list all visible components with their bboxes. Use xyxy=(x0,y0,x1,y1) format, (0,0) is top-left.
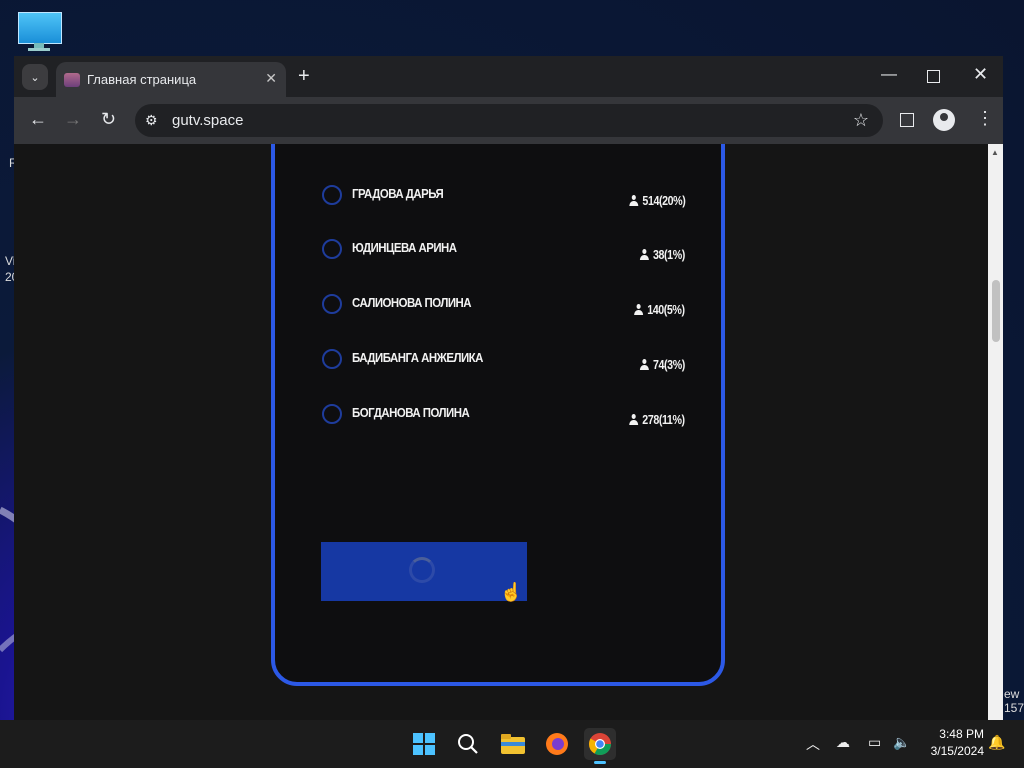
url-text[interactable]: gutv.space xyxy=(172,112,243,129)
radio-button[interactable] xyxy=(322,185,342,205)
edge-text-right-2: 157 xyxy=(1004,701,1024,715)
candidate-name: БАДИБАНГА АНЖЕЛИКА xyxy=(352,350,483,365)
candidate-row[interactable]: БОГДАНОВА ПОЛИНА 278(11%) xyxy=(322,404,692,432)
tab-strip: ⌄ Главная страница ✕ + — ✕ xyxy=(14,56,1003,97)
active-app-indicator xyxy=(594,761,606,764)
candidate-row[interactable]: ГРАДОВА ДАРЬЯ 514(20%) xyxy=(322,185,692,213)
tab-active[interactable]: Главная страница ✕ xyxy=(56,62,286,97)
candidate-votes: 38(1%) xyxy=(639,247,685,262)
user-icon xyxy=(629,414,639,425)
site-info-icon[interactable]: ⚙ xyxy=(145,112,158,129)
candidate-votes: 514(20%) xyxy=(628,193,685,208)
browser-toolbar: ← → ↻ ⚙ gutv.space ☆ ⋮ xyxy=(14,97,1003,144)
vote-count: 38(1%) xyxy=(653,247,685,262)
user-icon xyxy=(639,249,649,260)
search-button[interactable] xyxy=(452,728,484,760)
radio-button[interactable] xyxy=(322,239,342,259)
start-button[interactable] xyxy=(408,728,440,760)
user-icon xyxy=(639,359,649,370)
close-window-icon[interactable]: ✕ xyxy=(973,64,988,85)
candidate-row[interactable]: ЮДИНЦЕВА АРИНА 38(1%) xyxy=(322,239,692,267)
tab-title: Главная страница xyxy=(87,72,197,87)
user-icon xyxy=(634,304,644,315)
address-bar[interactable]: ⚙ gutv.space ☆ xyxy=(135,104,883,137)
vote-submit-button[interactable] xyxy=(321,542,527,601)
candidate-name: ЮДИНЦЕВА АРИНА xyxy=(352,240,457,255)
vote-count: 74(3%) xyxy=(653,357,685,372)
forward-arrow-icon[interactable]: → xyxy=(64,109,82,129)
candidate-votes: 74(3%) xyxy=(639,357,685,372)
vote-count: 514(20%) xyxy=(642,193,685,208)
vote-count: 278(11%) xyxy=(642,412,686,427)
candidate-row[interactable]: БАДИБАНГА АНЖЕЛИКА 74(3%) xyxy=(322,349,692,377)
site-favicon-icon xyxy=(64,73,80,87)
candidate-name: ГРАДОВА ДАРЬЯ xyxy=(352,186,444,201)
firefox-icon xyxy=(546,733,568,755)
taskbar: ︿ ☁ ▭ 🔈 3:48 PM 3/15/2024 🔔 xyxy=(0,720,1024,768)
tab-search-button[interactable]: ⌄ xyxy=(22,64,48,90)
hand-cursor-icon: ☝ xyxy=(500,582,523,602)
tab-close-icon[interactable]: ✕ xyxy=(265,70,277,87)
candidate-row[interactable]: САЛИОНОВА ПОЛИНА 140(5%) xyxy=(322,294,692,322)
user-icon xyxy=(628,195,638,206)
more-menu-icon[interactable]: ⋮ xyxy=(976,108,994,129)
minimize-icon[interactable]: — xyxy=(881,66,897,84)
search-icon xyxy=(458,734,478,754)
poll-card: ГРАДОВА ДАРЬЯ 514(20%) ЮДИНЦЕВА АРИНА 38… xyxy=(271,144,725,686)
file-explorer-button[interactable] xyxy=(497,728,529,760)
back-arrow-icon[interactable]: ← xyxy=(29,109,47,129)
radio-button[interactable] xyxy=(322,294,342,314)
loading-spinner-icon xyxy=(409,557,435,583)
windows-logo-icon xyxy=(413,733,435,755)
reload-icon[interactable]: ↻ xyxy=(101,109,116,129)
folder-icon xyxy=(501,734,525,754)
this-pc-desktop-icon[interactable] xyxy=(16,10,62,51)
radio-button[interactable] xyxy=(322,349,342,369)
edge-text-right-1: ew xyxy=(1004,687,1020,701)
firefox-button[interactable] xyxy=(541,728,573,760)
scroll-up-arrow-icon[interactable]: ▲ xyxy=(991,148,999,157)
system-clock[interactable]: 3:48 PM 3/15/2024 xyxy=(920,726,984,760)
browser-window: ⌄ Главная страница ✕ + — ✕ ← → ↻ ⚙ gutv.… xyxy=(14,56,1003,720)
candidate-votes: 278(11%) xyxy=(629,412,686,427)
chrome-icon xyxy=(589,733,611,755)
candidate-name: БОГДАНОВА ПОЛИНА xyxy=(352,405,470,420)
candidate-votes: 140(5%) xyxy=(634,302,685,317)
show-hidden-icons-chevron-icon[interactable]: ︿ xyxy=(806,734,820,754)
vote-count: 140(5%) xyxy=(647,302,686,317)
page-viewport: ГРАДОВА ДАРЬЯ 514(20%) ЮДИНЦЕВА АРИНА 38… xyxy=(14,144,988,720)
maximize-icon[interactable] xyxy=(927,70,940,83)
volume-muted-icon[interactable]: 🔈 xyxy=(893,734,910,751)
onedrive-cloud-icon[interactable]: ☁ xyxy=(836,734,850,751)
new-tab-button[interactable]: + xyxy=(298,65,310,87)
profile-avatar-icon[interactable] xyxy=(933,109,955,131)
scrollbar-thumb[interactable] xyxy=(992,280,1000,342)
page-scrollbar[interactable]: ▲ xyxy=(988,144,1003,720)
clock-date: 3/15/2024 xyxy=(930,744,984,758)
bookmark-star-icon[interactable]: ☆ xyxy=(853,110,869,131)
candidate-name: САЛИОНОВА ПОЛИНА xyxy=(352,295,472,310)
side-panel-icon[interactable] xyxy=(900,113,914,127)
chrome-button[interactable] xyxy=(584,728,616,764)
network-icon[interactable]: ▭ xyxy=(868,734,881,751)
notifications-bell-icon[interactable]: 🔔 xyxy=(988,734,1005,751)
clock-time: 3:48 PM xyxy=(939,727,984,741)
radio-button[interactable] xyxy=(322,404,342,424)
